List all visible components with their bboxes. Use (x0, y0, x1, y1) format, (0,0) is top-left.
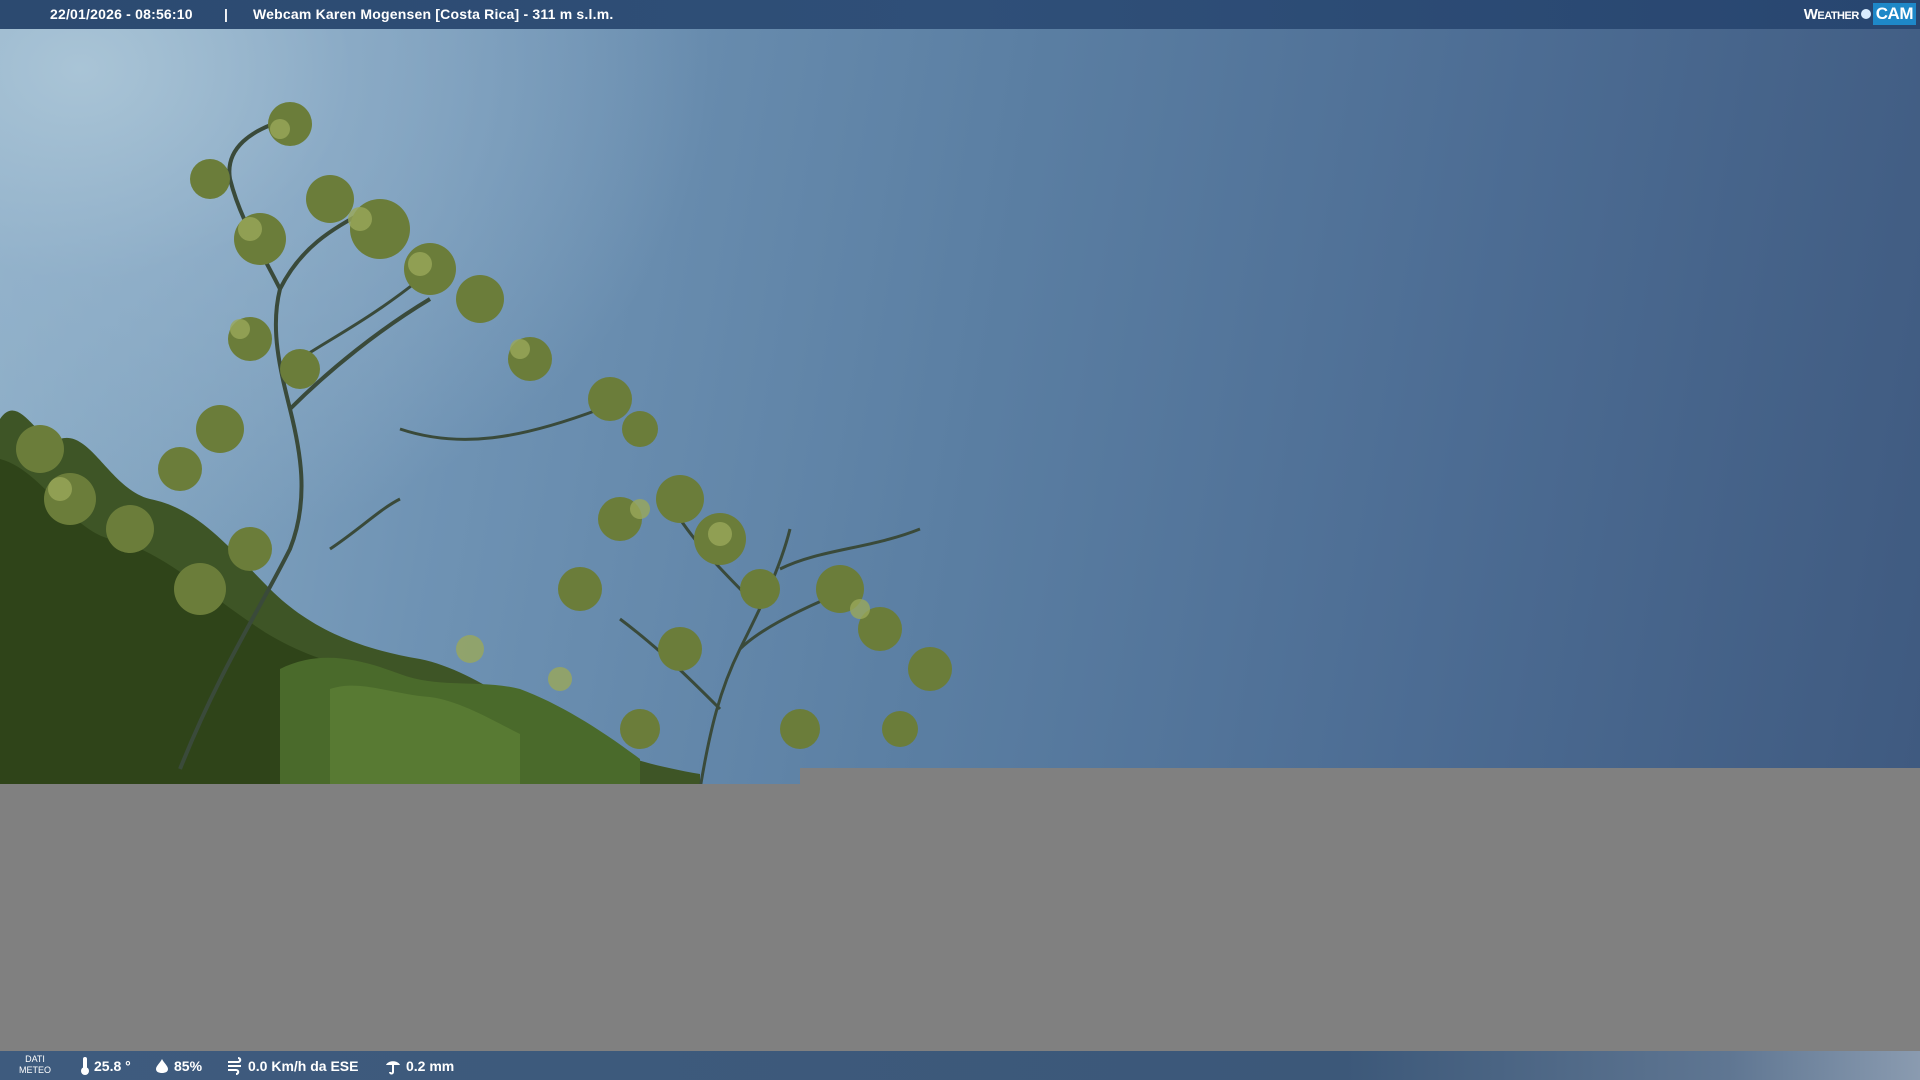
meteo-data-label: DATI METEO (16, 1054, 54, 1076)
thermometer-icon (81, 1057, 89, 1075)
rain-value: 0.2 mm (406, 1058, 455, 1074)
wind-value: 0.0 Km/h da ESE (248, 1058, 359, 1074)
humidity-reading: 85% (154, 1056, 202, 1076)
meteo-label-line1: DATI (25, 1054, 45, 1064)
top-info-bar: 22/01/2026 - 08:56:10 | Webcam Karen Mog… (0, 0, 1920, 29)
logo-word-cam: CAM (1872, 3, 1916, 25)
wind-reading: 0.0 Km/h da ESE (226, 1056, 358, 1076)
separator: | (224, 6, 229, 22)
location-label: Webcam Karen Mogensen [Costa Rica] - 311… (253, 6, 614, 22)
temperature-value: 25.8 ° (94, 1058, 131, 1074)
wind-icon (228, 1057, 242, 1075)
humidity-drop-icon (156, 1059, 168, 1073)
gray-panel (0, 784, 1920, 1051)
meteo-label-line2: METEO (18, 1065, 51, 1075)
weathercam-logo: Weather CAM (1804, 2, 1916, 26)
webcam-frame: 22/01/2026 - 08:56:10 | Webcam Karen Mog… (0, 0, 1920, 1080)
logo-word-weather: Weather (1803, 5, 1860, 23)
bottom-meteo-bar: DATI METEO 25.8 ° 85% 0.0 Km/h da ESE 0.… (0, 1051, 1920, 1080)
temperature-reading: 25.8 ° (80, 1056, 131, 1076)
timestamp: 22/01/2026 - 08:56:10 (50, 6, 193, 22)
camera-lens-dot-icon (1860, 9, 1871, 19)
tree-foliage (0, 102, 952, 789)
humidity-value: 85% (174, 1058, 203, 1074)
rain-gauge-icon (386, 1061, 400, 1075)
rain-reading: 0.2 mm (384, 1056, 454, 1076)
